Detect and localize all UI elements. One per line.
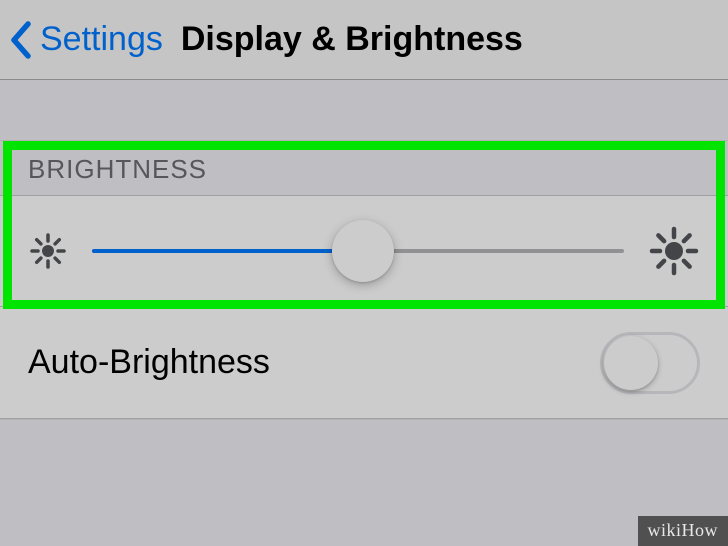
toggle-thumb — [604, 336, 658, 390]
spacer — [0, 80, 728, 140]
back-label: Settings — [40, 20, 163, 59]
spacer-bottom — [0, 419, 728, 546]
page-title: Display & Brightness — [181, 20, 523, 59]
nav-header: Settings Display & Brightness — [0, 0, 728, 80]
chevron-left-icon — [8, 20, 34, 60]
brightness-slider[interactable] — [92, 249, 624, 253]
brightness-high-icon — [648, 225, 700, 277]
section-header-brightness: BRIGHTNESS — [0, 140, 728, 195]
auto-brightness-row: Auto-Brightness — [0, 307, 728, 419]
slider-thumb[interactable] — [332, 220, 394, 282]
brightness-low-icon — [28, 231, 68, 271]
auto-brightness-label: Auto-Brightness — [28, 343, 270, 382]
slider-fill — [92, 249, 363, 253]
brightness-slider-row — [0, 195, 728, 307]
section-header-label: BRIGHTNESS — [28, 154, 207, 185]
watermark: wikiHow — [638, 516, 728, 546]
back-button[interactable]: Settings — [8, 20, 163, 60]
auto-brightness-toggle[interactable] — [600, 332, 700, 394]
